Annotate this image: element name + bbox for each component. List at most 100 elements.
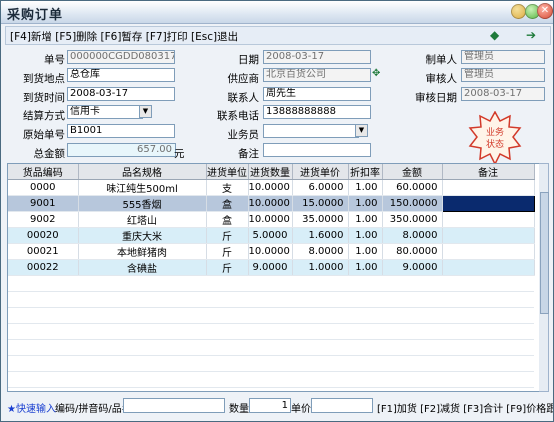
cell-name[interactable]: 555香烟: [78, 195, 207, 212]
quick-input-field[interactable]: [123, 398, 225, 413]
table-row[interactable]: 9001 555香烟盒 10.0000 15.0000 1.00 150.0000: [8, 195, 535, 212]
arrival-place-field[interactable]: 总仓库: [67, 68, 175, 82]
cell-code[interactable]: 00022: [8, 259, 79, 276]
cell-qty[interactable]: 10.0000: [248, 243, 293, 260]
cell-qty[interactable]: 10.0000: [248, 179, 293, 196]
cell-name[interactable]: 本地鲜猪肉: [78, 243, 207, 260]
chevron-down-icon[interactable]: ▼: [355, 124, 368, 137]
column-header[interactable]: 进货单价: [292, 164, 349, 180]
order-no-field[interactable]: 000000CGDD080317O001: [67, 50, 175, 64]
phone-field[interactable]: 13888888888: [263, 105, 371, 119]
cell-unit[interactable]: 斤: [206, 227, 249, 244]
cell-qty[interactable]: 10.0000: [248, 211, 293, 228]
cell-price[interactable]: 6.0000: [292, 179, 349, 196]
cell-name[interactable]: 重庆大米: [78, 227, 207, 244]
cell-remark[interactable]: [442, 243, 535, 260]
qty-field[interactable]: 1: [249, 398, 291, 413]
column-header[interactable]: 备注: [442, 164, 535, 180]
minimize-button[interactable]: [511, 4, 526, 19]
original-no-field[interactable]: B1001: [67, 124, 175, 138]
cell-qty[interactable]: 9.0000: [248, 259, 293, 276]
table-row[interactable]: 00020 重庆大米斤 5.0000 1.6000 1.00 8.0000: [8, 227, 535, 244]
cell-qty[interactable]: 5.0000: [248, 227, 293, 244]
title-bar[interactable]: 采购订单 ✕: [1, 1, 553, 24]
table-row[interactable]: 0000 味江纯生500ml 支 10.0000 6.0000 1.00 60.0000: [8, 179, 535, 196]
table-row[interactable]: 00021 本地鲜猪肉斤 10.0000 8.0000 1.00 80.0000: [8, 243, 535, 260]
contact-field[interactable]: 周先生: [263, 87, 371, 101]
column-header[interactable]: 金额: [382, 164, 443, 180]
remark-field[interactable]: [263, 143, 371, 157]
table-row[interactable]: 00022 含碘盐斤 9.0000 1.0000 1.00 9.0000: [8, 259, 535, 276]
cell-discount[interactable]: 1.00: [348, 195, 383, 212]
settlement-select[interactable]: 信用卡: [67, 105, 143, 119]
cell-price[interactable]: 1.6000: [292, 227, 349, 244]
empty-row: [8, 371, 534, 388]
cell-discount[interactable]: 1.00: [348, 179, 383, 196]
cell-code[interactable]: 9002: [8, 211, 79, 228]
arrow-left-icon[interactable]: ◆: [490, 28, 499, 42]
cell-price[interactable]: 1.0000: [292, 259, 349, 276]
cell-amount[interactable]: 350.0000: [382, 211, 443, 228]
arrival-time-field[interactable]: 2008-03-17: [67, 87, 175, 101]
date-field[interactable]: 2008-03-17: [263, 50, 371, 64]
empty-cell: [348, 307, 382, 324]
cell-unit[interactable]: 斤: [206, 243, 249, 260]
scrollbar-thumb[interactable]: [540, 192, 549, 314]
order-items-table[interactable]: 货品编码 品名规格 进货单位 进货数量 进货单价 折扣率 金额 备注 0000 味江纯生500m…: [7, 163, 541, 392]
salesman-select[interactable]: [263, 124, 359, 138]
price-field[interactable]: [311, 398, 373, 413]
cell-amount[interactable]: 150.0000: [382, 195, 443, 212]
cell-unit[interactable]: 盒: [206, 211, 249, 228]
column-header[interactable]: 进货单位: [206, 164, 249, 180]
cell-amount[interactable]: 9.0000: [382, 259, 443, 276]
audit-date-label: 审核日期: [415, 92, 457, 104]
cell-amount[interactable]: 80.0000: [382, 243, 443, 260]
column-header[interactable]: 折扣率: [348, 164, 383, 180]
empty-cell: [206, 307, 248, 324]
column-header[interactable]: 进货数量: [248, 164, 293, 180]
cell-code[interactable]: 00021: [8, 243, 79, 260]
cell-code[interactable]: 9001: [8, 195, 79, 212]
close-button[interactable]: ✕: [537, 3, 553, 19]
chevron-down-icon[interactable]: ▼: [139, 105, 152, 118]
empty-row: [8, 275, 534, 292]
cell-unit[interactable]: 支: [206, 179, 249, 196]
quick-input-label[interactable]: ★快速输入: [7, 400, 56, 415]
cell-unit[interactable]: 斤: [206, 259, 249, 276]
cell-name[interactable]: 红塔山: [78, 211, 207, 228]
cell-qty[interactable]: 10.0000: [248, 195, 293, 212]
cell-remark[interactable]: [442, 179, 535, 196]
cell-remark[interactable]: [442, 227, 535, 244]
auditor-field[interactable]: 管理员: [461, 68, 545, 82]
cell-code[interactable]: 0000: [8, 179, 79, 196]
cell-name[interactable]: 味江纯生500ml: [78, 179, 207, 196]
supplier-field[interactable]: 北京百货公司: [263, 68, 371, 82]
cell-discount[interactable]: 1.00: [348, 227, 383, 244]
empty-cell: [292, 355, 348, 372]
cell-price[interactable]: 15.0000: [292, 195, 349, 212]
cell-code[interactable]: 00020: [8, 227, 79, 244]
column-header[interactable]: 品名规格: [78, 164, 207, 180]
empty-cell: [78, 371, 206, 388]
cell-discount[interactable]: 1.00: [348, 243, 383, 260]
empty-row: [8, 307, 534, 324]
table-row[interactable]: 9002 红塔山盒 10.0000 35.0000 1.00 350.0000: [8, 211, 535, 228]
cell-amount[interactable]: 8.0000: [382, 227, 443, 244]
creator-field[interactable]: 管理员: [461, 50, 545, 64]
toolbar-shortcuts[interactable]: [F4]新增 [F5]删除 [F6]暂存 [F7]打印 [Esc]退出: [10, 29, 238, 44]
cell-price[interactable]: 8.0000: [292, 243, 349, 260]
cell-price[interactable]: 35.0000: [292, 211, 349, 228]
audit-date-field[interactable]: 2008-03-17: [461, 87, 545, 101]
cell-remark[interactable]: [441, 195, 535, 212]
vertical-scrollbar[interactable]: [539, 163, 549, 392]
cell-remark[interactable]: [442, 211, 535, 228]
lookup-icon[interactable]: ✥: [372, 68, 380, 79]
cell-remark[interactable]: [442, 259, 535, 276]
cell-discount[interactable]: 1.00: [348, 211, 383, 228]
arrow-right-icon[interactable]: ➔: [526, 28, 536, 42]
cell-amount[interactable]: 60.0000: [382, 179, 443, 196]
cell-unit[interactable]: 盒: [206, 195, 249, 212]
column-header[interactable]: 货品编码: [8, 164, 79, 180]
cell-name[interactable]: 含碘盐: [78, 259, 207, 276]
cell-discount[interactable]: 1.00: [348, 259, 383, 276]
